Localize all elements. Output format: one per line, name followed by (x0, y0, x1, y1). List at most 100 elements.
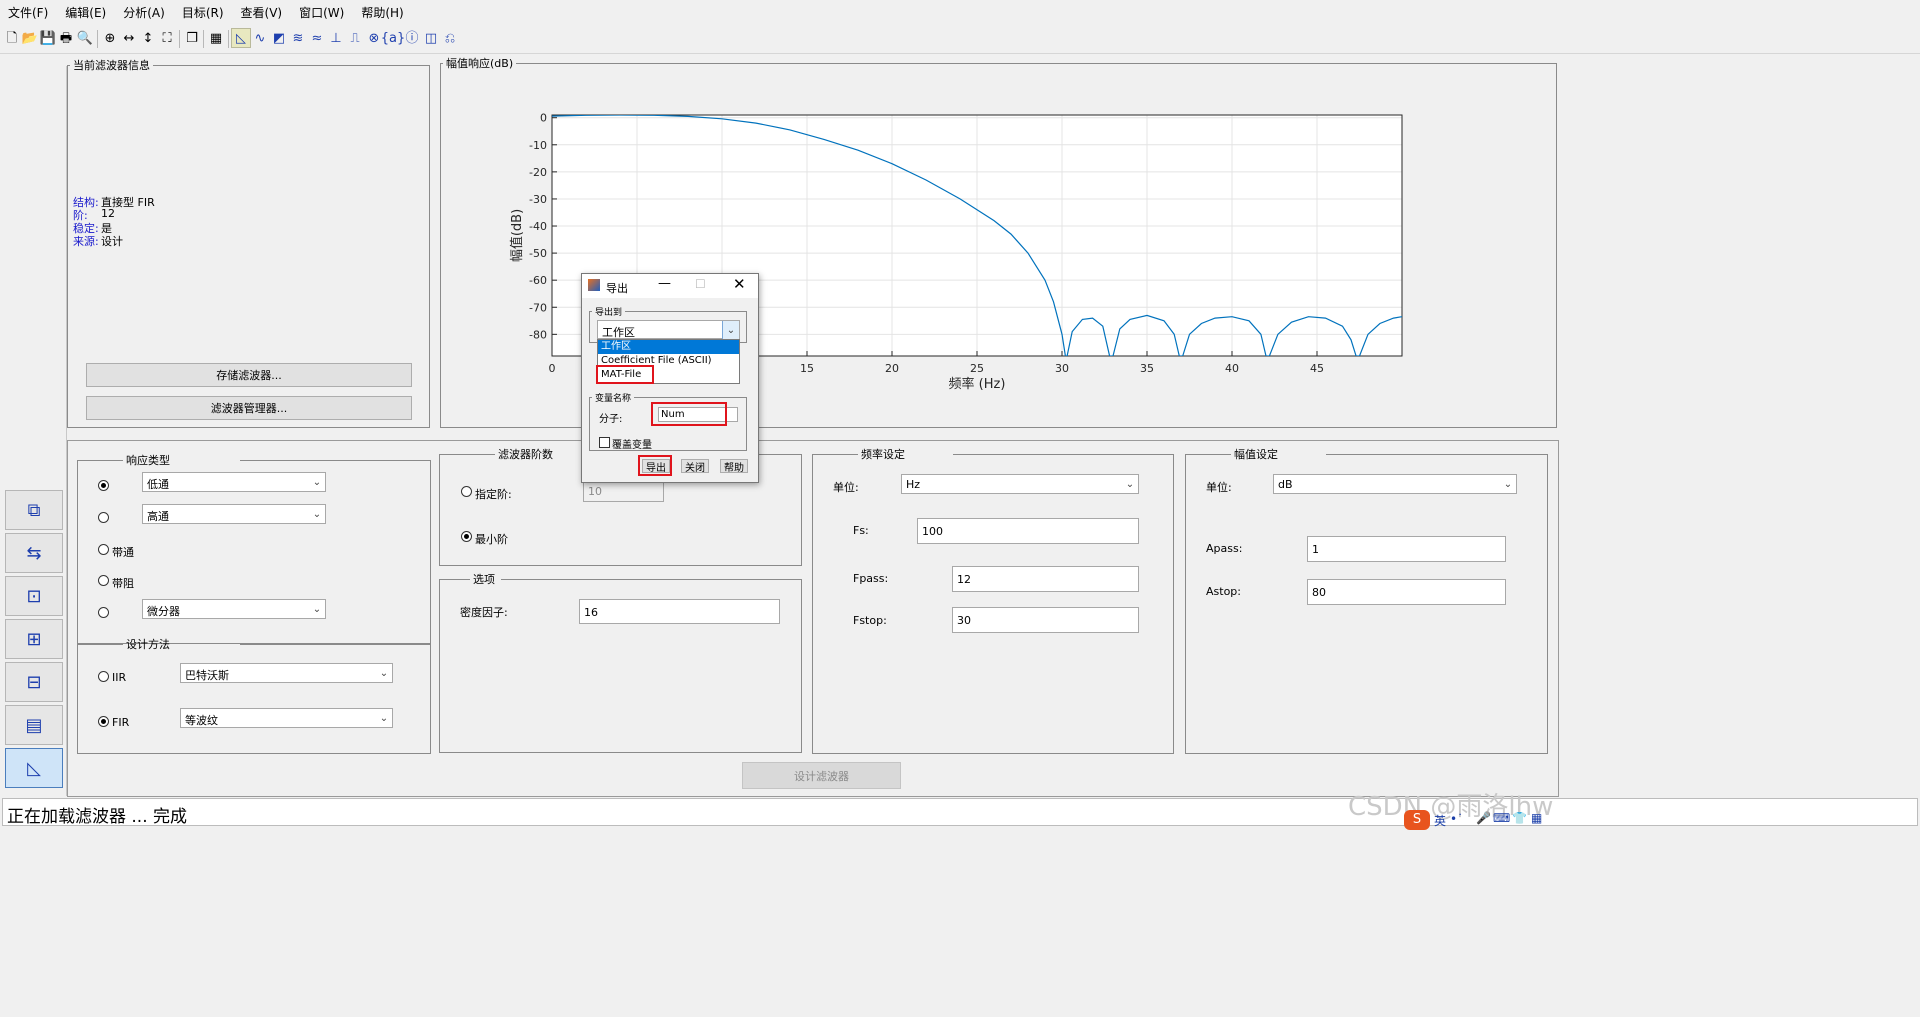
magnitude-response-icon[interactable]: ◺ (231, 28, 251, 48)
menu-help[interactable]: 帮助(H) (353, 0, 412, 24)
chevron-down-icon: ⌄ (312, 476, 322, 488)
keyboard-icon[interactable]: ⌨ (1493, 811, 1510, 825)
magnitude-spec-legend: 幅值设定 (1234, 448, 1278, 461)
sidebar-pole-zero-editor-icon[interactable]: ⊞ (5, 619, 63, 659)
fpass-field[interactable]: 12 (952, 566, 1139, 592)
specify-order-field[interactable]: 10 (583, 480, 664, 502)
x-tick-label: 30 (1055, 362, 1069, 375)
new-window-icon[interactable]: ❐ (183, 29, 201, 47)
status-text: 正在加载滤波器 ... 完成 (7, 807, 188, 827)
menu-window[interactable]: 窗口(W) (291, 0, 353, 24)
freq-unit-select[interactable]: Hz ⌄ (901, 474, 1139, 494)
group-delay-icon[interactable]: ≋ (289, 29, 307, 47)
zoom-in-icon[interactable]: ⊕ (101, 29, 119, 47)
sidebar-design-filter-icon[interactable]: ◺ (5, 748, 63, 788)
menu-edit[interactable]: 编辑(E) (57, 0, 115, 24)
new-file-icon[interactable]: 🗋 (3, 29, 21, 47)
minimum-order-label[interactable]: 最小阶 (475, 531, 508, 547)
info-icon[interactable]: ⓘ (403, 29, 421, 47)
mag-phase-icon[interactable]: ◩ (270, 29, 288, 47)
print-icon[interactable]: 🖶 (57, 29, 75, 47)
fir-label[interactable]: FIR (112, 716, 129, 729)
radio-bandstop[interactable] (98, 575, 109, 586)
menu-view[interactable]: 查看(V) (233, 0, 292, 24)
bandstop-label[interactable]: 带阻 (112, 575, 134, 591)
fpass-label: Fpass: (853, 572, 889, 585)
export-to-select[interactable]: 工作区 ⌄ (597, 320, 740, 339)
y-tick-label: -30 (529, 193, 547, 206)
chevron-down-icon: ⌄ (379, 712, 389, 724)
phase-delay-icon[interactable]: ≈ (308, 29, 326, 47)
step-response-icon[interactable]: ⎍ (346, 29, 364, 47)
fir-method-select[interactable]: 等波纹 ⌄ (180, 708, 393, 728)
option-workspace[interactable]: 工作区 (598, 340, 739, 354)
help-button[interactable]: 帮助 (720, 459, 748, 474)
astop-field[interactable]: 80 (1307, 579, 1506, 605)
toolbox-icon[interactable]: ▦ (1531, 811, 1542, 825)
specify-order-label[interactable]: 指定阶: (475, 486, 512, 502)
coefficients-icon[interactable]: {a} (381, 29, 406, 47)
radio-specify-order[interactable] (461, 486, 472, 497)
zoom-y-icon[interactable]: ↕ (139, 29, 157, 47)
sidebar-realize-model-icon[interactable]: ⊡ (5, 576, 63, 616)
phase-response-icon[interactable]: ∿ (251, 29, 269, 47)
fstop-field[interactable]: 30 (952, 607, 1139, 633)
freq-unit-label: 单位: (833, 481, 859, 494)
radio-lowpass[interactable] (98, 480, 109, 491)
y-axis-label: 幅值(dB) (509, 209, 525, 262)
open-folder-icon[interactable]: 📂 (21, 29, 39, 47)
menu-target[interactable]: 目标(R) (174, 0, 233, 24)
sidebar-quantize-icon[interactable]: ⇆ (5, 533, 63, 573)
info-source-value: 设计 (101, 235, 123, 248)
iir-label[interactable]: IIR (112, 671, 126, 684)
apass-label: Apass: (1206, 542, 1243, 555)
round-off-noise-icon[interactable]: ◫ (422, 29, 440, 47)
maximize-icon[interactable]: ☐ (695, 277, 706, 291)
density-factor-field[interactable]: 16 (579, 599, 780, 624)
menu-analysis[interactable]: 分析(A) (115, 0, 174, 24)
filter-specs-icon[interactable]: ▦ (207, 29, 225, 47)
radio-minimum-order[interactable] (461, 531, 472, 542)
sidebar-transform-icon[interactable]: ⧉ (5, 490, 63, 530)
apass-field[interactable]: 1 (1307, 536, 1506, 562)
differentiator-select[interactable]: 微分器 ⌄ (142, 599, 326, 619)
sidebar-import-icon[interactable]: ⊟ (5, 662, 63, 702)
radio-fir[interactable] (98, 716, 109, 727)
lowpass-select[interactable]: 低通 ⌄ (142, 472, 326, 492)
save-icon[interactable]: 💾 (39, 29, 57, 47)
menu-file[interactable]: 文件(F) (0, 0, 57, 24)
highpass-select[interactable]: 高通 ⌄ (142, 504, 326, 524)
radio-highpass[interactable] (98, 512, 109, 523)
y-tick-label: -70 (529, 301, 547, 314)
bandpass-label[interactable]: 带通 (112, 544, 134, 560)
punctuation-icon[interactable]: •˙ (1450, 812, 1463, 826)
chevron-down-icon: ⌄ (379, 667, 389, 679)
microphone-icon[interactable]: 🎤 (1476, 811, 1491, 825)
full-view-icon[interactable]: ⛶ (158, 29, 176, 47)
close-icon[interactable]: ✕ (733, 275, 746, 293)
design-filter-button[interactable]: 设计滤波器 (742, 762, 901, 789)
fs-field[interactable]: 100 (917, 518, 1139, 544)
radio-iir[interactable] (98, 671, 109, 682)
skin-icon[interactable]: 👕 (1512, 811, 1527, 825)
radio-bandpass[interactable] (98, 544, 109, 555)
ime-language-label[interactable]: 英 (1434, 812, 1446, 829)
close-button[interactable]: 关闭 (681, 459, 709, 474)
toolbar: 🗋 📂 💾 🖶 🔍 ⊕ ↔ ↕ ⛶ ❐ ▦ ◺ ∿ ◩ ≋ ≈ ⊥ ⎍ ⊗ {a… (0, 25, 1920, 54)
overwrite-checkbox[interactable] (599, 437, 610, 448)
minimize-icon[interactable]: — (658, 276, 671, 291)
print-preview-icon[interactable]: 🔍 (76, 29, 94, 47)
mag-unit-select[interactable]: dB ⌄ (1273, 474, 1517, 494)
sidebar-multirate-icon[interactable]: ▤ (5, 705, 63, 745)
filter-manager-button[interactable]: 滤波器管理器... (86, 396, 412, 420)
iir-method-select[interactable]: 巴特沃斯 ⌄ (180, 663, 393, 683)
ime-logo-icon[interactable]: S (1404, 810, 1430, 830)
zoom-x-icon[interactable]: ↔ (120, 29, 138, 47)
x-tick-label: 35 (1140, 362, 1154, 375)
magnitude-estimate-icon[interactable]: ⎌ (441, 29, 459, 47)
chevron-down-icon: ⌄ (722, 321, 739, 339)
store-filter-button[interactable]: 存储滤波器... (86, 363, 412, 387)
impulse-response-icon[interactable]: ⊥ (327, 29, 345, 47)
overwrite-label[interactable]: 覆盖变量 (612, 436, 652, 451)
radio-differentiator[interactable] (98, 607, 109, 618)
